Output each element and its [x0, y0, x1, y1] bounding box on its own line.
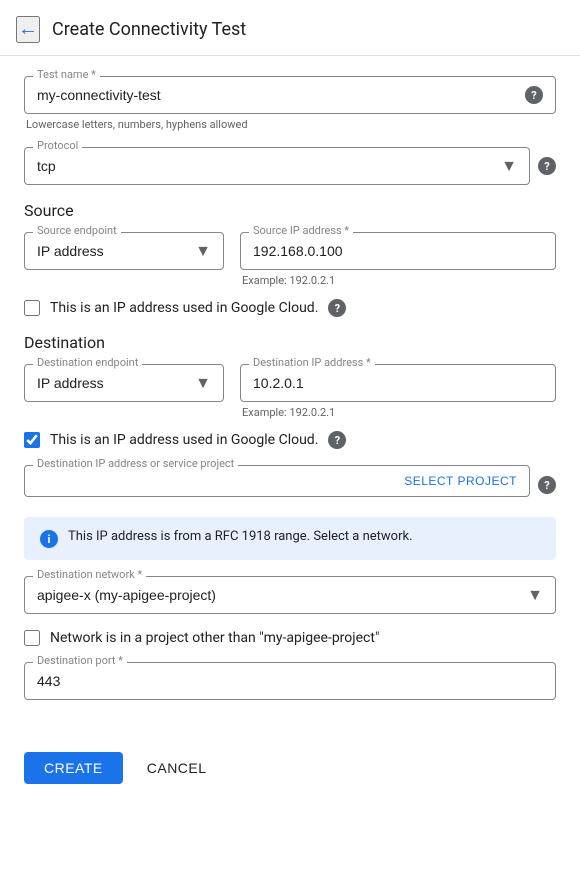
dest-project-label: Destination IP address or service projec…	[33, 457, 238, 470]
source-endpoint-field: Source endpoint IP address VM instance G…	[24, 232, 224, 270]
source-google-cloud-label[interactable]: This is an IP address used in Google Clo…	[50, 300, 318, 316]
dest-endpoint-label: Destination endpoint	[33, 356, 142, 369]
test-name-input[interactable]	[37, 85, 525, 105]
source-endpoint-select[interactable]: IP address VM instance GKE Pod	[37, 241, 211, 261]
protocol-select[interactable]: tcp udp icmp	[37, 156, 517, 176]
dest-network-select[interactable]: apigee-x (my-apigee-project) default	[37, 585, 543, 605]
dest-endpoint-select[interactable]: IP address VM instance GKE Pod	[37, 373, 211, 393]
test-name-help-icon[interactable]: ?	[525, 86, 543, 104]
page-title: Create Connectivity Test	[52, 19, 246, 40]
source-ip-label: Source IP address *	[249, 224, 353, 237]
source-fields-row: Source endpoint IP address VM instance G…	[24, 232, 556, 287]
network-other-project-label[interactable]: Network is in a project other than "my-a…	[50, 630, 379, 646]
dest-ip-hint: Example: 192.0.2.1	[240, 406, 556, 419]
network-other-project-row: Network is in a project other than "my-a…	[24, 630, 556, 646]
source-google-cloud-help-icon[interactable]: ?	[328, 299, 346, 317]
dest-port-field-group: Destination port *	[24, 662, 556, 700]
info-icon: i	[40, 530, 58, 548]
create-button[interactable]: CREATE	[24, 752, 123, 784]
protocol-outlined-field: Protocol tcp udp icmp ▼	[24, 147, 530, 185]
back-button[interactable]: ←	[16, 16, 40, 43]
dest-endpoint-col: Destination endpoint IP address VM insta…	[24, 364, 224, 419]
form-content: Test name * ? Lowercase letters, numbers…	[0, 56, 580, 736]
dest-network-select-wrapper: apigee-x (my-apigee-project) default ▼	[37, 585, 543, 605]
dest-project-row: Destination IP address or service projec…	[24, 465, 556, 505]
dest-google-cloud-help-icon[interactable]: ?	[328, 431, 346, 449]
dest-network-field-group: Destination network * apigee-x (my-apige…	[24, 576, 556, 614]
test-name-field-group: Test name * ? Lowercase letters, numbers…	[24, 76, 556, 131]
dest-endpoint-field: Destination endpoint IP address VM insta…	[24, 364, 224, 402]
dest-google-cloud-checkbox[interactable]	[24, 432, 40, 448]
destination-section-label: Destination	[24, 333, 556, 352]
cancel-button[interactable]: CANCEL	[131, 752, 223, 784]
dest-endpoint-select-wrapper: IP address VM instance GKE Pod ▼	[37, 373, 211, 393]
dest-project-field: Destination IP address or service projec…	[24, 465, 530, 497]
header: ← Create Connectivity Test	[0, 0, 580, 56]
info-banner: i This IP address is from a RFC 1918 ran…	[24, 517, 556, 560]
destination-fields-row: Destination endpoint IP address VM insta…	[24, 364, 556, 419]
test-name-outlined-field: Test name * ?	[24, 76, 556, 114]
dest-network-outlined-field: Destination network * apigee-x (my-apige…	[24, 576, 556, 614]
protocol-help-icon[interactable]: ?	[538, 157, 556, 175]
source-endpoint-select-wrapper: IP address VM instance GKE Pod ▼	[37, 241, 211, 261]
protocol-field-group: Protocol tcp udp icmp ▼ ?	[24, 147, 556, 185]
dest-google-cloud-label[interactable]: This is an IP address used in Google Clo…	[50, 432, 318, 448]
test-name-label: Test name *	[33, 68, 100, 81]
dest-ip-input[interactable]	[253, 373, 543, 393]
info-banner-text: This IP address is from a RFC 1918 range…	[68, 529, 413, 544]
dest-port-outlined-field: Destination port *	[24, 662, 556, 700]
source-section-label: Source	[24, 201, 556, 220]
dest-ip-col: Destination IP address * Example: 192.0.…	[240, 364, 556, 419]
source-ip-hint: Example: 192.0.2.1	[240, 274, 556, 287]
dest-port-input[interactable]	[37, 671, 543, 691]
test-name-hint: Lowercase letters, numbers, hyphens allo…	[24, 118, 556, 131]
source-ip-field: Source IP address *	[240, 232, 556, 270]
source-google-cloud-row: This is an IP address used in Google Clo…	[24, 299, 556, 317]
protocol-label: Protocol	[33, 139, 82, 152]
dest-port-label: Destination port *	[33, 654, 127, 667]
source-google-cloud-checkbox[interactable]	[24, 300, 40, 316]
dest-ip-field: Destination IP address *	[240, 364, 556, 402]
source-ip-input[interactable]	[253, 241, 543, 261]
dest-project-help-icon[interactable]: ?	[538, 476, 556, 494]
page: ← Create Connectivity Test Test name * ?…	[0, 0, 580, 804]
dest-google-cloud-row: This is an IP address used in Google Clo…	[24, 431, 556, 449]
dest-ip-label: Destination IP address *	[249, 356, 375, 369]
source-ip-col: Source IP address * Example: 192.0.2.1	[240, 232, 556, 287]
protocol-select-wrapper: tcp udp icmp ▼	[37, 156, 517, 176]
actions-bar: CREATE CANCEL	[0, 736, 580, 804]
source-endpoint-label: Source endpoint	[33, 224, 121, 237]
source-endpoint-col: Source endpoint IP address VM instance G…	[24, 232, 224, 287]
select-project-button[interactable]: SELECT PROJECT	[404, 474, 517, 488]
dest-network-label: Destination network *	[33, 568, 146, 581]
network-other-project-checkbox[interactable]	[24, 630, 40, 646]
